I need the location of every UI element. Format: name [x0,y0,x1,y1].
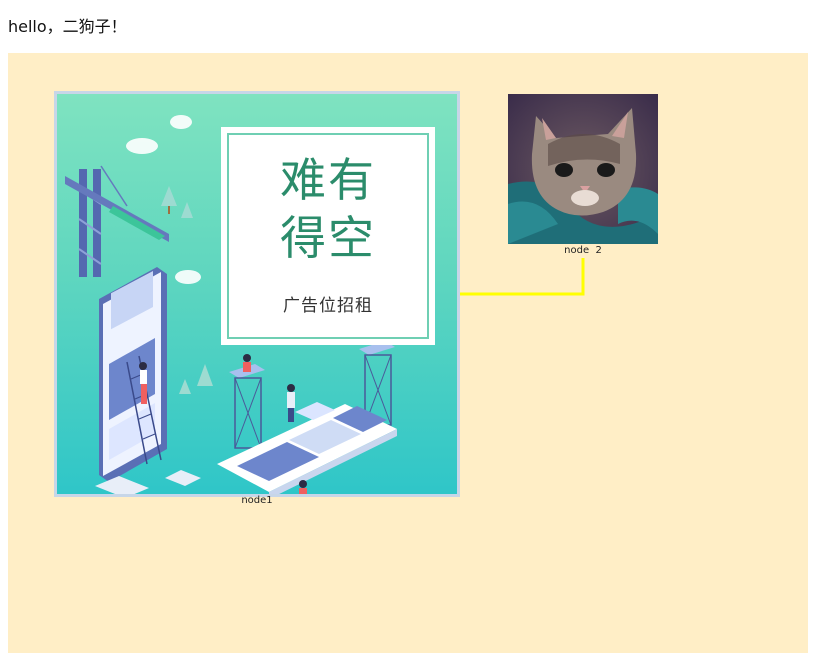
greeting-text: hello，二狗子！ [8,17,127,36]
kitten-photo-icon [508,94,658,244]
advertisement-image: 难有 得空 广告位招租 [54,91,460,497]
node-2[interactable]: node 2 [508,94,658,259]
ad-title: 难有 得空 [221,151,435,267]
ad-card: 难有 得空 广告位招租 [221,127,435,345]
node-label-2: node 2 [564,245,602,256]
node-1[interactable]: 难有 得空 广告位招租 node1 [54,91,460,506]
ad-title-line-1: 难有 [280,153,376,207]
graph-canvas[interactable]: 难有 得空 广告位招租 node1 node 2 [8,53,808,653]
ad-title-line-2: 得空 [280,211,376,265]
node-label-1: node1 [241,495,273,506]
ad-subtitle: 广告位招租 [283,296,373,316]
